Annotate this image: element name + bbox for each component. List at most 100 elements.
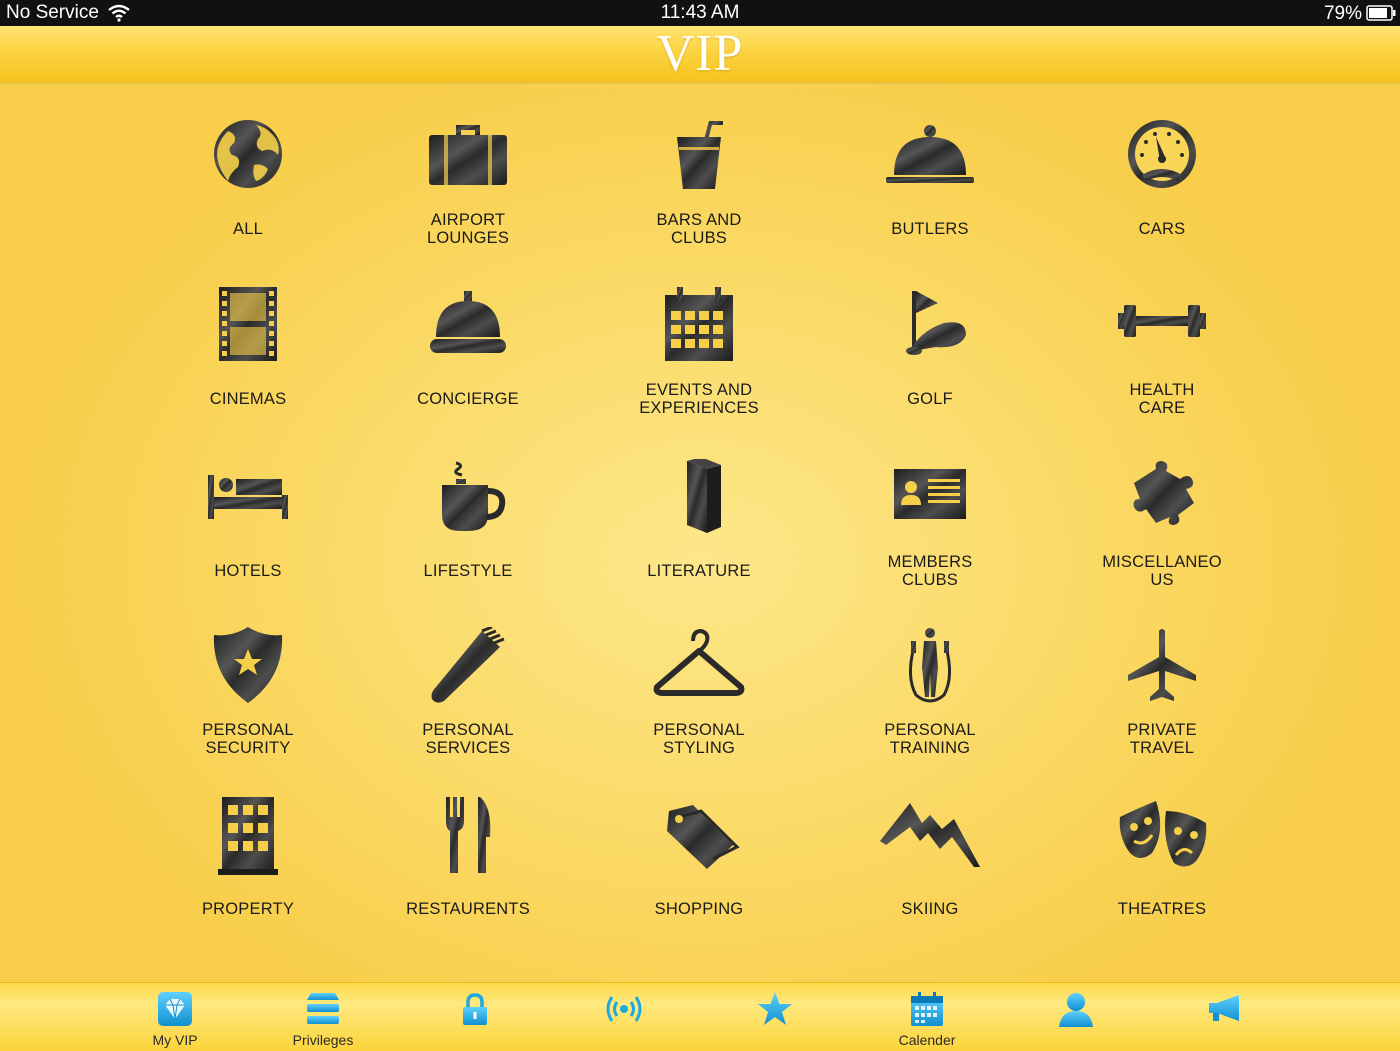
lock-icon: [457, 991, 493, 1027]
jump-rope-icon: [880, 627, 980, 719]
tab-label: Privileges: [292, 1032, 354, 1048]
category-label: AIRPORT LOUNGES: [426, 211, 510, 247]
category-label: PERSONAL SERVICES: [422, 721, 514, 757]
category-concierge[interactable]: CONCIERGE: [358, 287, 578, 437]
star-icon: [757, 991, 793, 1027]
battery-icon: [1366, 5, 1396, 21]
category-personal-styling[interactable]: PERSONAL STYLING: [589, 627, 809, 777]
category-label: HEALTH CARE: [1129, 381, 1195, 417]
tab-privileges[interactable]: Privileges: [263, 983, 383, 1051]
category-golf[interactable]: GOLF: [820, 287, 1040, 437]
category-airport-lounges[interactable]: AIRPORT LOUNGES: [358, 117, 578, 267]
stack-layers-icon: [305, 991, 341, 1027]
category-personal-services[interactable]: PERSONAL SERVICES: [358, 625, 578, 777]
price-tag-icon: [649, 797, 749, 889]
category-health-care[interactable]: HEALTH CARE: [1052, 287, 1272, 437]
category-label: LITERATURE: [647, 562, 751, 580]
category-label: PERSONAL SECURITY: [202, 721, 294, 757]
broadcast-signal-icon: [606, 991, 642, 1027]
category-personal-security[interactable]: PERSONAL SECURITY: [138, 627, 358, 777]
clock: 11:43 AM: [660, 2, 740, 23]
hanger-icon: [649, 627, 749, 719]
user-icon: [1058, 991, 1094, 1027]
category-label: PROPERTY: [201, 900, 295, 918]
cloche-icon: [880, 117, 980, 209]
tab-label: My VIP: [152, 1032, 198, 1048]
category-restaurents[interactable]: RESTAURENTS: [358, 797, 578, 947]
megaphone-icon: [1207, 991, 1243, 1027]
category-hotels[interactable]: HOTELS: [138, 459, 358, 609]
category-label: HOTELS: [214, 562, 282, 580]
category-theatres[interactable]: THEATRES: [1052, 797, 1272, 947]
category-butlers[interactable]: BUTLERS: [820, 117, 1040, 267]
category-label: ALL: [233, 220, 263, 238]
category-lifestyle[interactable]: LIFESTYLE: [358, 459, 578, 609]
category-label: EVENTS AND EXPERIENCES: [639, 381, 759, 417]
category-label: BUTLERS: [891, 220, 969, 238]
category-cars[interactable]: CARS: [1052, 117, 1272, 267]
dumbbell-icon: [1112, 287, 1212, 379]
calendar-icon: [909, 991, 945, 1027]
category-members-clubs[interactable]: MEMBERS CLUBS: [820, 459, 1040, 609]
tab-lock[interactable]: [415, 983, 535, 1051]
category-shopping[interactable]: SHOPPING: [589, 797, 809, 947]
category-events-and-experiences[interactable]: EVENTS AND EXPERIENCES: [589, 287, 809, 437]
tab-calender[interactable]: Calender: [867, 983, 987, 1051]
category-literature[interactable]: LITERATURE: [589, 457, 809, 609]
category-label: SHOPPING: [654, 900, 744, 918]
shield-icon: [198, 627, 298, 719]
coffee-cup-icon: [418, 459, 518, 551]
battery-percent: 79%: [1323, 3, 1362, 24]
airplane-icon: [1112, 627, 1212, 719]
category-personal-training[interactable]: PERSONAL TRAINING: [820, 627, 1040, 777]
tab-my-vip[interactable]: My VIP: [115, 983, 235, 1051]
category-label: PERSONAL STYLING: [653, 721, 745, 757]
member-card-icon: [880, 459, 980, 551]
tab-announcements[interactable]: [1165, 983, 1285, 1051]
vip-diamond-icon: [157, 991, 193, 1027]
category-label: RESTAURENTS: [406, 900, 530, 918]
category-property[interactable]: PROPERTY: [138, 797, 358, 947]
speedometer-icon: [1112, 117, 1212, 209]
bed-icon: [198, 459, 298, 551]
category-label: THEATRES: [1117, 900, 1207, 918]
category-label: CINEMAS: [209, 390, 287, 408]
title-bar: VIP: [0, 26, 1400, 82]
category-label: MEMBERS CLUBS: [887, 553, 973, 589]
category-grid: ALL AIRPORT LOUNGES BARS AND CLUBS BUTLERS…: [0, 82, 1400, 982]
golf-flag-icon: [880, 287, 980, 379]
category-label: PERSONAL TRAINING: [884, 721, 976, 757]
category-all[interactable]: ALL: [138, 117, 358, 267]
mountains-icon: [880, 797, 980, 889]
category-private-travel[interactable]: PRIVATE TRAVEL: [1052, 627, 1272, 777]
category-cinemas[interactable]: CINEMAS: [138, 287, 358, 437]
comb-icon: [418, 625, 518, 719]
drink-icon: [649, 117, 749, 209]
building-icon: [198, 797, 298, 889]
briefcase-icon: [418, 117, 518, 209]
tab-broadcast[interactable]: [564, 983, 684, 1051]
status-bar: No Service 11:43 AM 79%: [0, 0, 1400, 26]
theatre-masks-icon: [1112, 797, 1212, 889]
category-miscellaneous[interactable]: MISCELLANEO US: [1052, 459, 1272, 609]
tab-label: Calender: [898, 1032, 956, 1048]
category-label: SKIING: [901, 900, 959, 918]
tab-favorites[interactable]: [715, 983, 835, 1051]
category-label: BARS AND CLUBS: [656, 211, 742, 247]
tab-profile[interactable]: [1016, 983, 1136, 1051]
book-icon: [649, 457, 749, 551]
category-label: GOLF: [907, 390, 953, 408]
film-strip-icon: [198, 287, 298, 379]
globe-icon: [198, 117, 298, 209]
category-label: MISCELLANEO US: [1102, 553, 1222, 589]
service-bell-icon: [418, 287, 518, 379]
category-skiing[interactable]: SKIING: [820, 797, 1040, 947]
calendar-icon: [649, 287, 749, 379]
category-bars-and-clubs[interactable]: BARS AND CLUBS: [589, 117, 809, 267]
category-label: CARS: [1138, 220, 1186, 238]
category-label: CONCIERGE: [417, 390, 519, 408]
category-label: PRIVATE TRAVEL: [1127, 721, 1197, 757]
tab-bar: My VIP Privileges Calender: [0, 982, 1400, 1051]
page-title: VIP: [656, 25, 744, 82]
puzzle-piece-icon: [1112, 459, 1212, 551]
